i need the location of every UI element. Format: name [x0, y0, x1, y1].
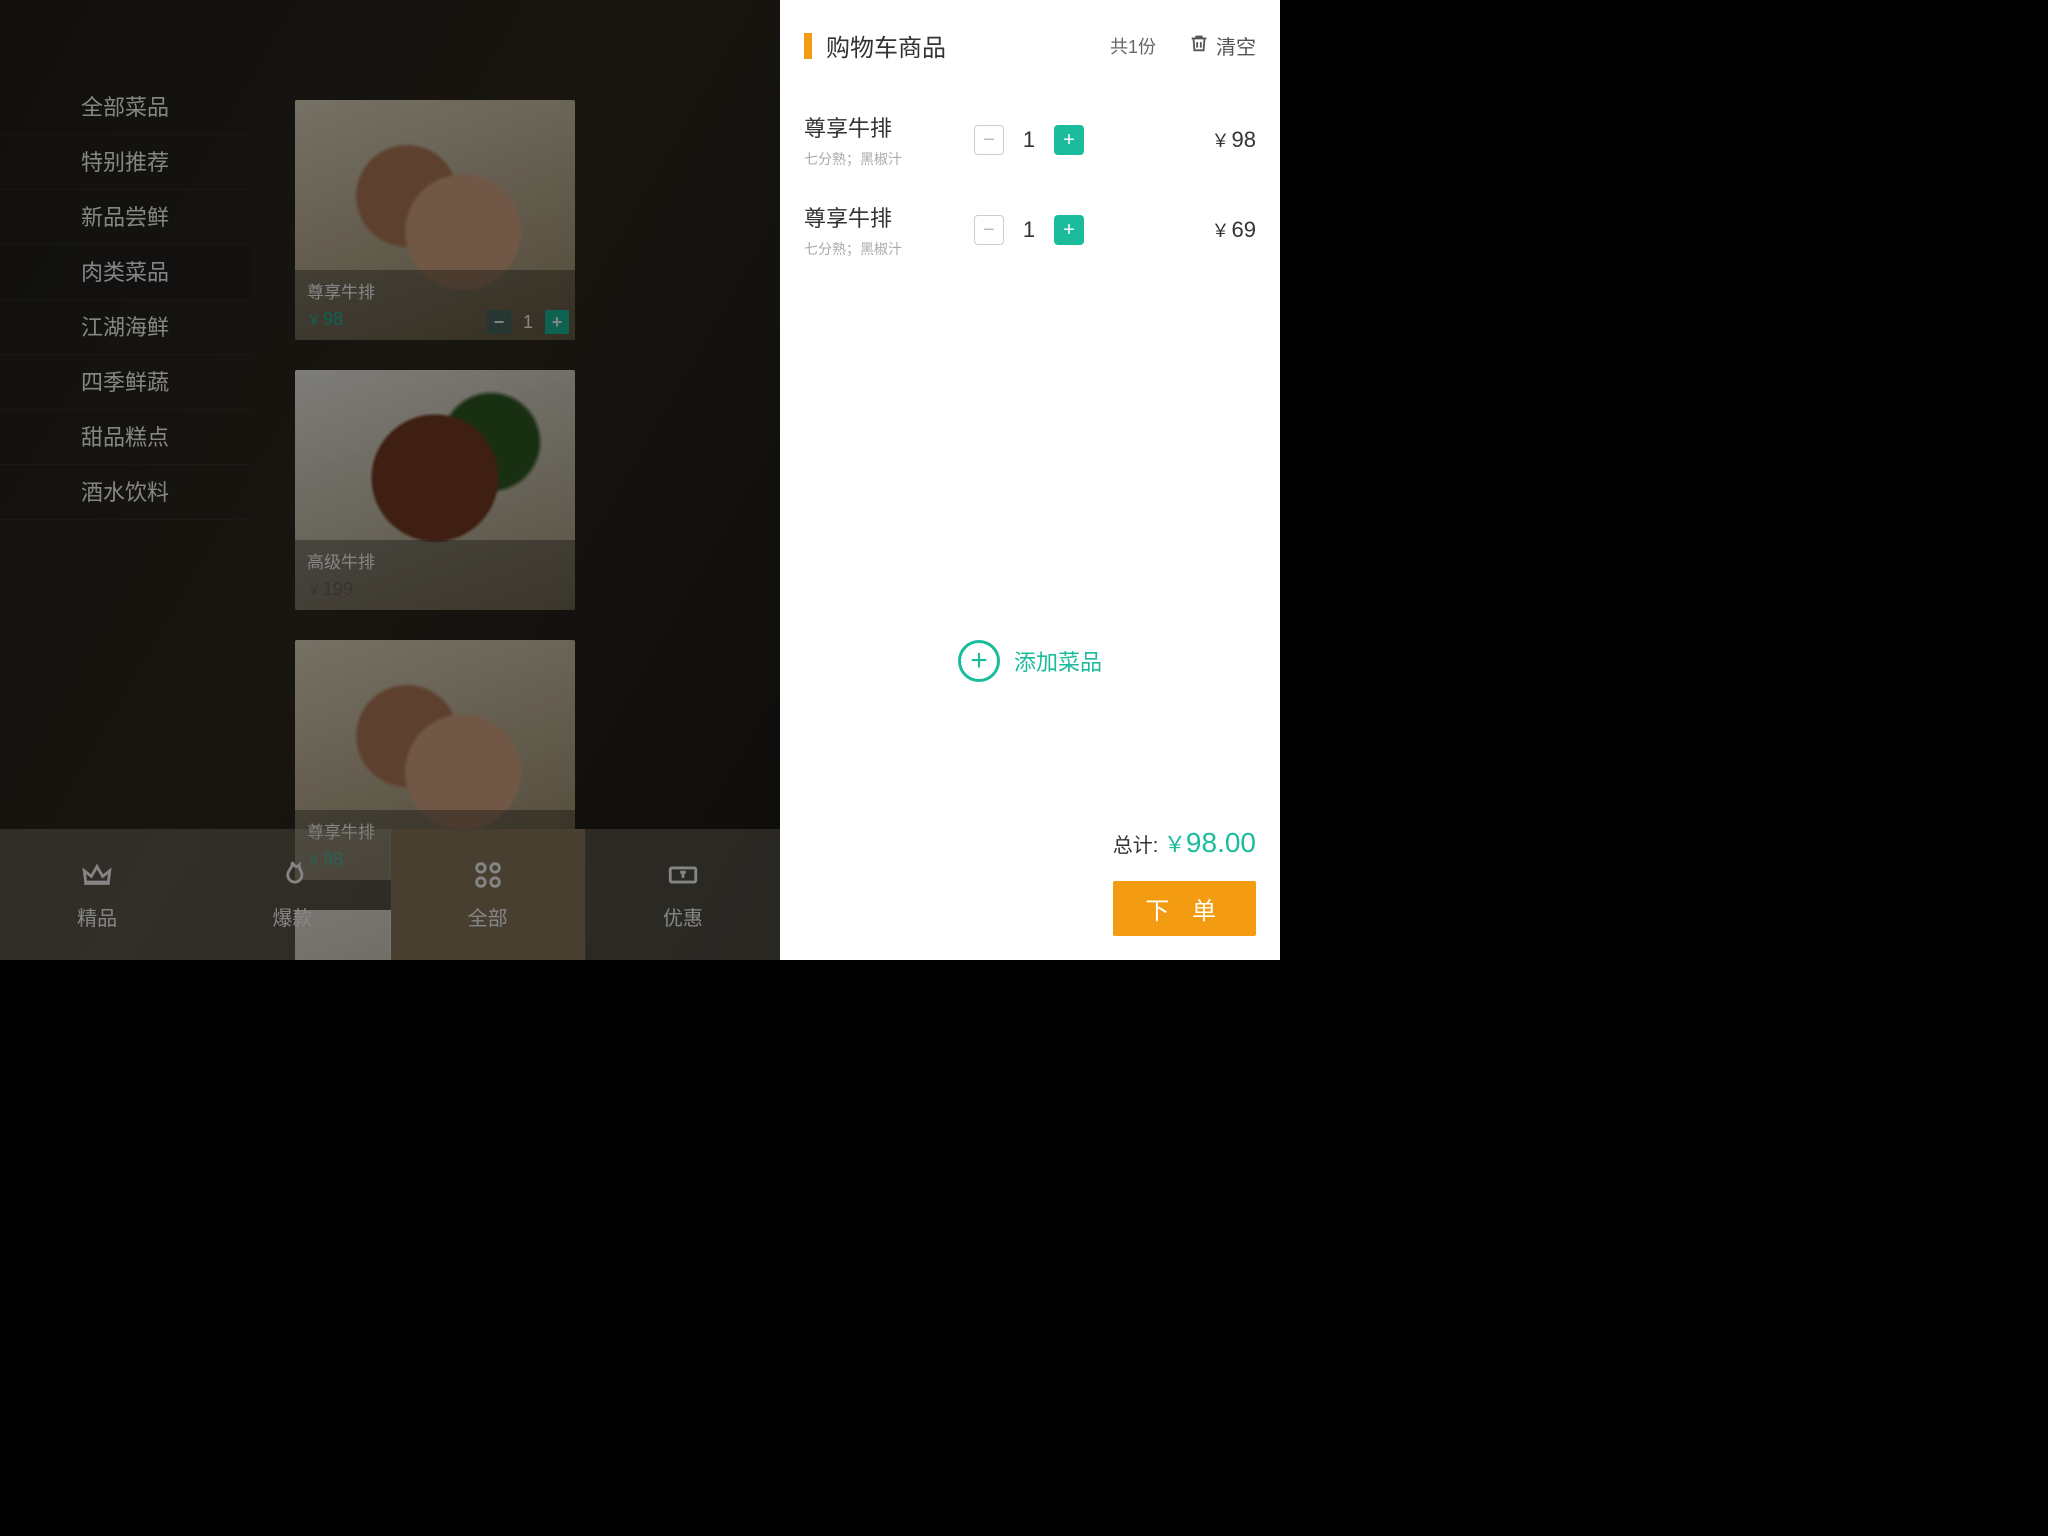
cart-item-price: ￥98 — [1212, 127, 1256, 153]
qty-box: − 1 + — [487, 310, 569, 334]
cart-bottom: 总计: ￥98.00 下 单 — [780, 827, 1280, 960]
clear-label: 清空 — [1216, 31, 1256, 60]
dish-card[interactable]: 尊享牛排 ￥98 − 1 + — [295, 100, 575, 340]
dish-card[interactable]: 高级牛排 ￥199 — [295, 370, 575, 610]
qty-plus-button[interactable]: + — [545, 310, 569, 334]
sidebar-item[interactable]: 四季鲜蔬 — [0, 355, 250, 410]
cart-item: 尊享牛排 七分熟；黑椒汁 − 1 + ￥69 — [804, 185, 1256, 275]
cart-list: 尊享牛排 七分熟；黑椒汁 − 1 + ￥98 尊享牛排 七分熟；黑椒汁 − 1 … — [804, 95, 1256, 275]
dish-name: 高级牛排 — [307, 548, 563, 573]
bottombar-item-all[interactable]: 全部 — [391, 829, 585, 960]
flame-icon — [275, 858, 309, 892]
clear-cart-button[interactable]: 清空 — [1188, 31, 1256, 60]
cart-header: 购物车商品 共1份 清空 — [804, 28, 1256, 63]
qty-value: 1 — [523, 312, 533, 333]
cart-qty-value: 1 — [1020, 217, 1038, 243]
bottombar-label: 优惠 — [663, 902, 703, 931]
dish-footer: 尊享牛排 ￥98 − 1 + — [295, 270, 575, 340]
bottombar-label: 全部 — [468, 902, 508, 931]
dish-name: 尊享牛排 — [307, 278, 563, 303]
qty-minus-button[interactable]: − — [487, 310, 511, 334]
cart-item-opts: 七分熟；黑椒汁 — [804, 239, 974, 259]
sidebar-item[interactable]: 全部菜品 — [0, 80, 250, 135]
total-label: 总计: — [1113, 835, 1159, 857]
cart-item-name: 尊享牛排 — [804, 111, 974, 143]
sidebar-item[interactable]: 甜品糕点 — [0, 410, 250, 465]
menu-pane: 全部菜品 特别推荐 新品尝鲜 肉类菜品 江湖海鲜 四季鲜蔬 甜品糕点 酒水饮料 … — [0, 0, 780, 960]
coupon-icon — [666, 858, 700, 892]
bottombar-label: 爆款 — [272, 902, 312, 931]
cart-title: 购物车商品 — [826, 28, 1096, 63]
cart-minus-button[interactable]: − — [974, 125, 1004, 155]
cart-count: 共1份 — [1110, 33, 1156, 59]
accent-bar — [804, 33, 812, 59]
cart-minus-button[interactable]: − — [974, 215, 1004, 245]
cart-plus-button[interactable]: + — [1054, 125, 1084, 155]
trash-icon — [1188, 32, 1210, 60]
grid-icon — [471, 858, 505, 892]
total-amount: ￥98.00 — [1164, 827, 1256, 858]
crown-icon — [80, 858, 114, 892]
sidebar-item[interactable]: 肉类菜品 — [0, 245, 250, 300]
bottom-bar: 精品 爆款 全部 优惠 — [0, 829, 780, 960]
bottombar-label: 精品 — [77, 902, 117, 931]
cart-item-price: ￥69 — [1212, 217, 1256, 243]
cart-plus-button[interactable]: + — [1054, 215, 1084, 245]
sidebar-item[interactable]: 特别推荐 — [0, 135, 250, 190]
category-sidebar: 全部菜品 特别推荐 新品尝鲜 肉类菜品 江湖海鲜 四季鲜蔬 甜品糕点 酒水饮料 — [0, 80, 250, 520]
cart-item-name: 尊享牛排 — [804, 201, 974, 233]
bottombar-item-discount[interactable]: 优惠 — [586, 829, 780, 960]
sidebar-item[interactable]: 酒水饮料 — [0, 465, 250, 520]
sidebar-item[interactable]: 江湖海鲜 — [0, 300, 250, 355]
bottombar-item-hot[interactable]: 爆款 — [195, 829, 389, 960]
sidebar-item[interactable]: 新品尝鲜 — [0, 190, 250, 245]
add-dish-button[interactable]: + 添加菜品 — [780, 640, 1280, 682]
plus-circle-icon: + — [958, 640, 1000, 682]
place-order-button[interactable]: 下 单 — [1113, 881, 1256, 936]
cart-panel: 购物车商品 共1份 清空 尊享牛排 七分熟；黑椒汁 − 1 + ￥98 尊享牛排 — [780, 0, 1280, 960]
dish-footer: 高级牛排 ￥199 — [295, 540, 575, 610]
add-dish-label: 添加菜品 — [1014, 645, 1102, 677]
cart-total: 总计: ￥98.00 — [804, 827, 1256, 859]
dish-price: ￥199 — [307, 579, 563, 600]
cart-item: 尊享牛排 七分熟；黑椒汁 − 1 + ￥98 — [804, 95, 1256, 185]
cart-qty-value: 1 — [1020, 127, 1038, 153]
bottombar-item-boutique[interactable]: 精品 — [0, 829, 194, 960]
cart-item-opts: 七分熟；黑椒汁 — [804, 149, 974, 169]
